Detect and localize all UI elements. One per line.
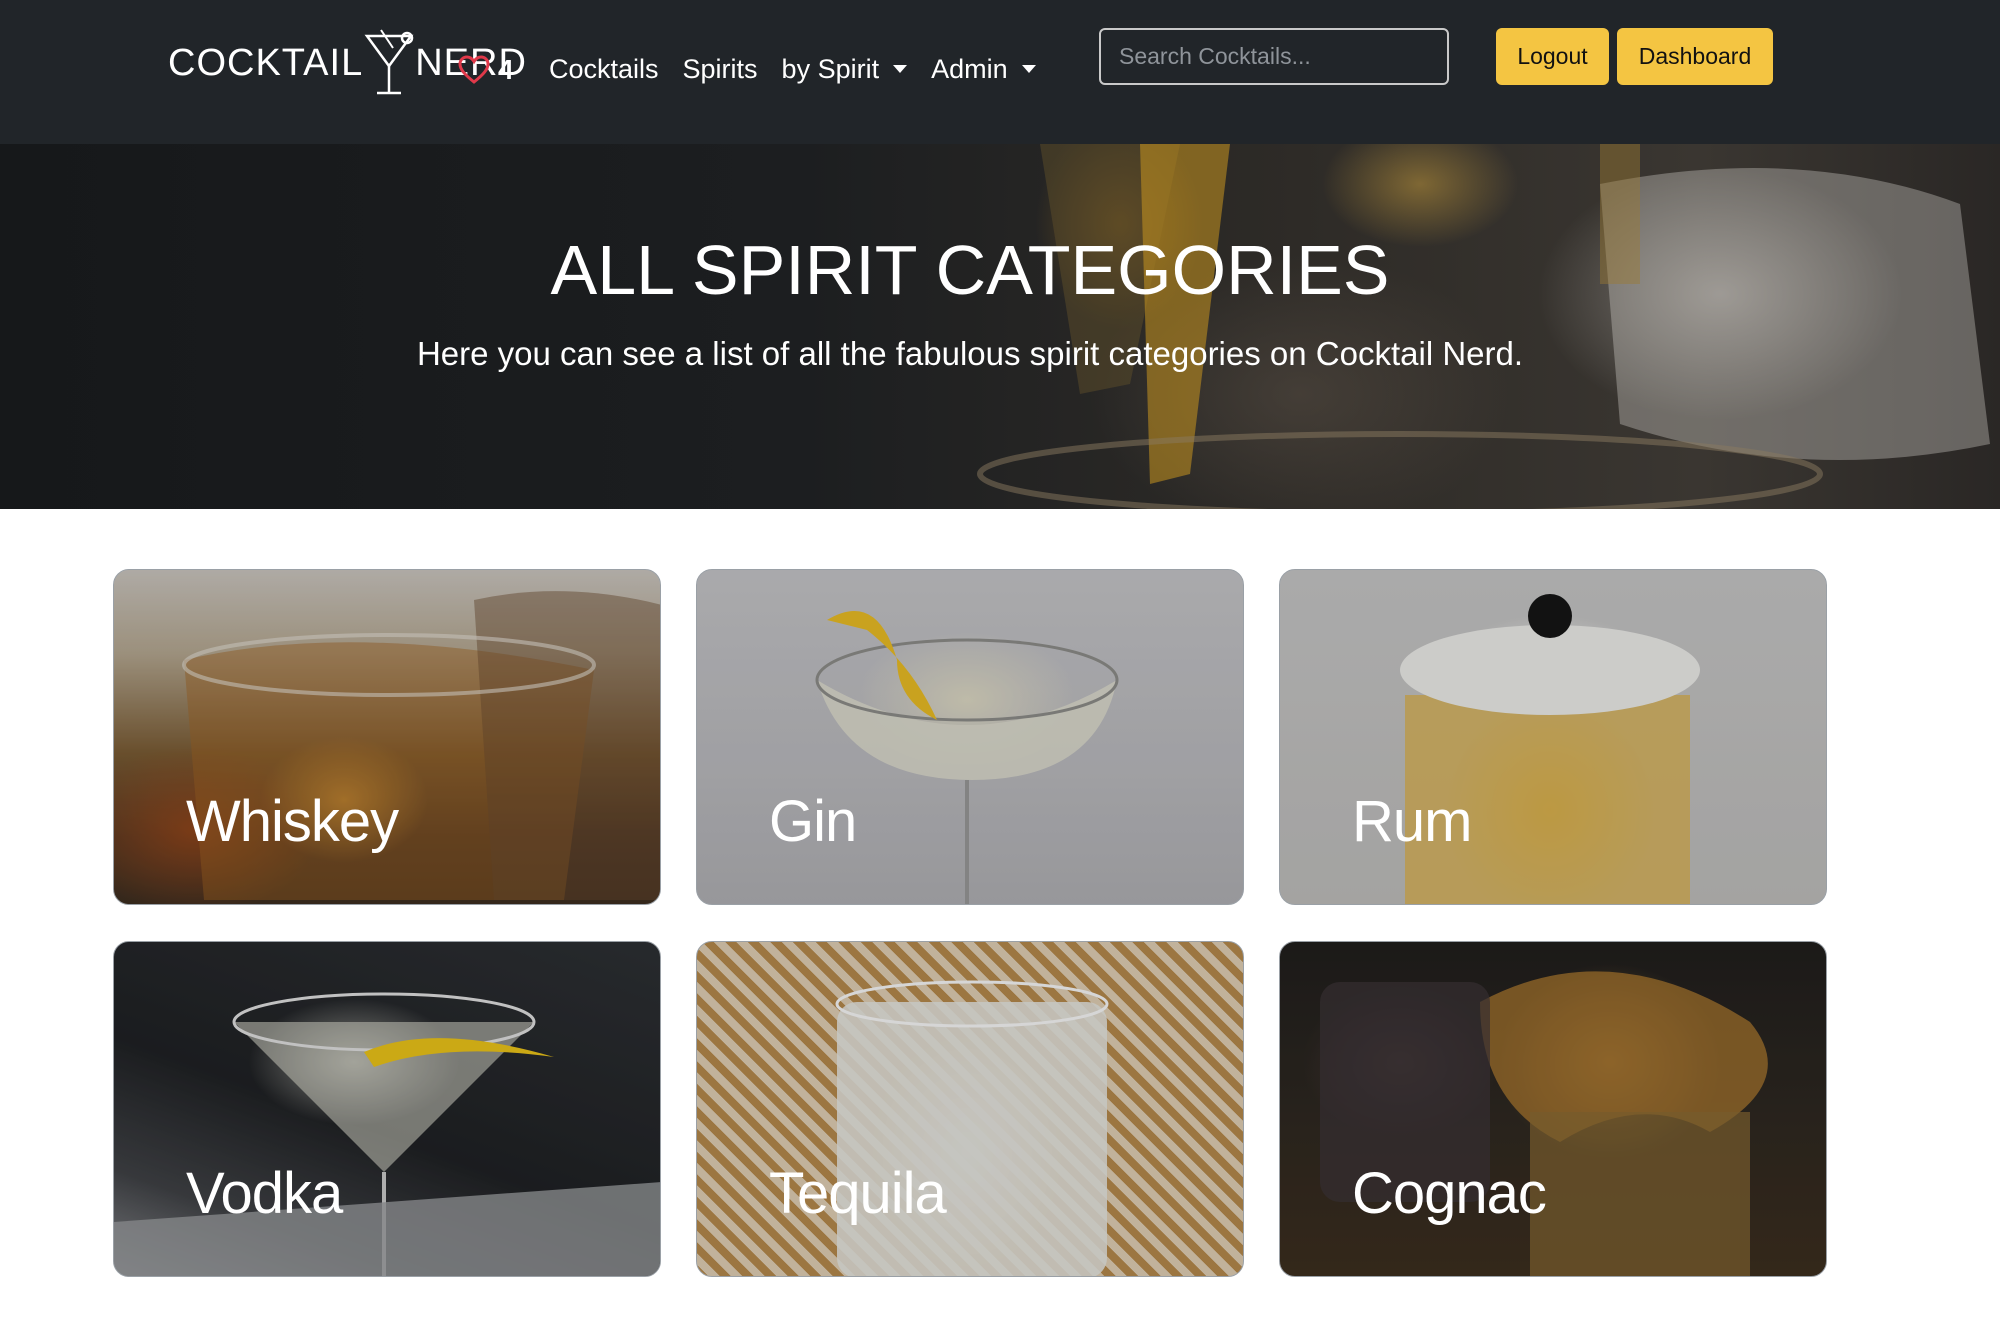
category-label: Gin (769, 789, 857, 854)
category-label: Vodka (186, 1161, 343, 1226)
favorites-counter[interactable]: 4 (458, 50, 514, 90)
nav-link-label: by Spirit (781, 53, 880, 84)
category-label: Whiskey (186, 789, 399, 854)
nav-link-label: Cocktails (549, 53, 659, 84)
hero-background-image (977, 144, 1990, 509)
nav-link-label: Spirits (682, 53, 758, 84)
category-card-cognac[interactable]: Cognac (1279, 941, 1827, 1277)
nav-dropdown-by-spirit[interactable]: by Spirit (782, 54, 908, 85)
category-label: Cognac (1352, 1161, 1547, 1226)
category-label: Tequila (769, 1161, 947, 1226)
category-card-tequila[interactable]: Tequila (696, 941, 1244, 1277)
nav-dropdown-admin[interactable]: Admin (931, 54, 1036, 85)
favorites-count: 4 (498, 54, 514, 85)
nav-links: Cocktails Spirits by Spirit Admin (549, 48, 1060, 90)
caret-down-icon (1021, 65, 1036, 73)
cocktail-glass-icon (364, 29, 414, 95)
category-card-gin[interactable]: Gin (696, 569, 1244, 905)
nav-link-cocktails[interactable]: Cocktails (549, 54, 659, 85)
nav-link-label: Admin (931, 53, 1008, 84)
navbar: COCKTAIL NERD 4 Cocktails Spirits by Spi… (0, 0, 2000, 144)
caret-down-icon (893, 65, 908, 73)
page-subtitle: Here you can see a list of all the fabul… (416, 335, 1524, 372)
category-card-rum[interactable]: Rum (1279, 569, 1827, 905)
nav-link-spirits[interactable]: Spirits (683, 54, 758, 85)
page-title: ALL SPIRIT CATEGORIES (550, 231, 1390, 309)
hero-banner: ALL SPIRIT CATEGORIES Here you can see a… (0, 144, 2000, 509)
search-input[interactable] (1099, 28, 1449, 85)
heart-icon (458, 55, 490, 84)
logout-button[interactable]: Logout (1496, 28, 1609, 85)
dashboard-button[interactable]: Dashboard (1617, 28, 1773, 85)
category-label: Rum (1352, 789, 1472, 854)
brand-text-left: COCKTAIL (168, 41, 364, 84)
category-card-whiskey[interactable]: Whiskey (113, 569, 661, 905)
category-card-vodka[interactable]: Vodka (113, 941, 661, 1277)
